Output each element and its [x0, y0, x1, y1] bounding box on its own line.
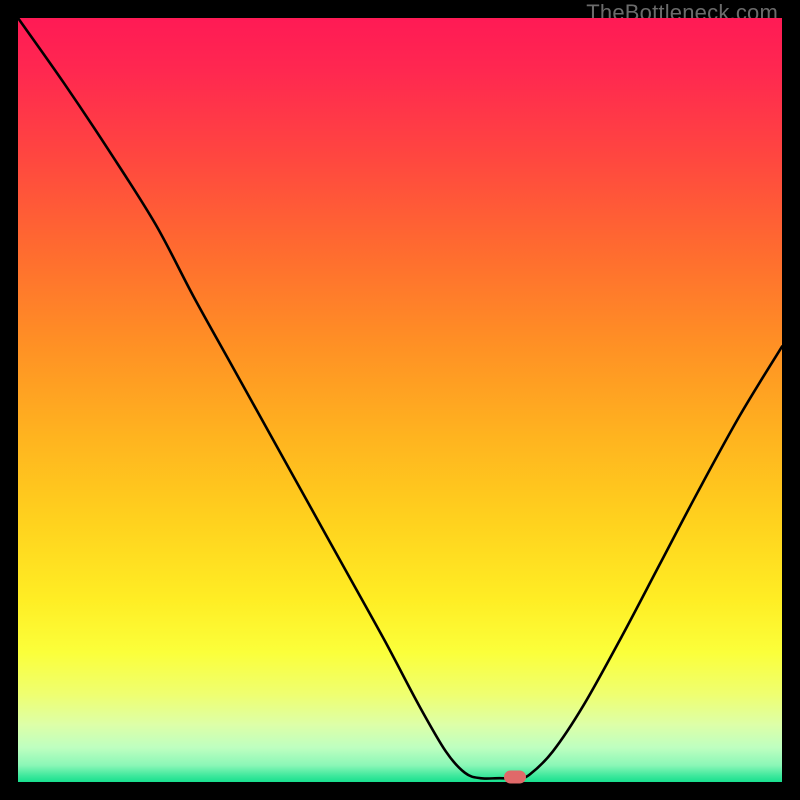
chart-frame: TheBottleneck.com: [0, 0, 800, 800]
optimal-marker: [504, 771, 526, 784]
bottleneck-curve: [18, 18, 782, 782]
plot-area: [18, 18, 782, 782]
